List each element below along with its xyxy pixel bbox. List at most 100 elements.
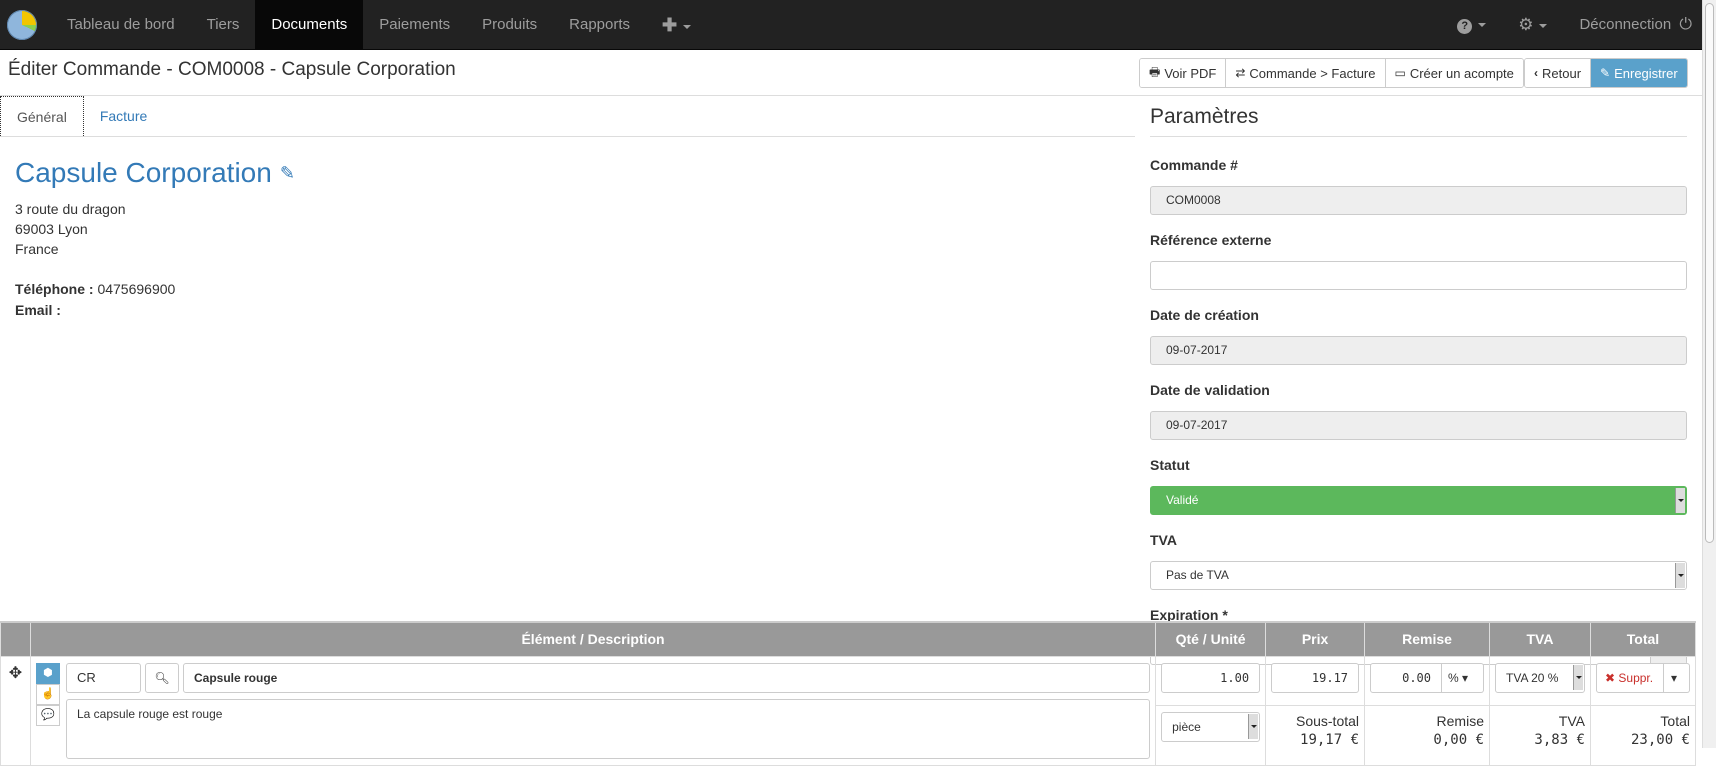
tab-facture[interactable]: Facture [84,96,163,136]
view-pdf-label: Voir PDF [1164,65,1217,81]
drag-column-header [0,621,31,657]
help-menu[interactable]: ? [1441,0,1502,50]
back-button[interactable]: ‹ Retour [1525,59,1592,87]
document-actions: 🖶 Voir PDF ⇄ Commande > Facture ▭ Créer un … [1139,58,1524,88]
print-icon: 🖶 [1149,64,1161,79]
nav-rapports[interactable]: Rapports [553,0,646,50]
table-row: ✥ ⬢ ☝ 💬 CR 🔍︎ Capsule rouge La capsule r… [0,655,1697,766]
deposit-label: Créer un acompte [1409,65,1514,81]
x-icon: ✖ [1604,670,1616,685]
edit-icon: ✎ [1600,66,1611,80]
email-label: Email : [15,302,61,318]
scrollbar-thumb[interactable] [1705,3,1714,543]
retweet-icon: ⇄ [1235,66,1246,80]
gear-icon: ⚙ [1518,14,1534,34]
parameters-panel: Paramètres Commande # COM0008 Référence … [1150,105,1687,682]
nav-produits[interactable]: Produits [466,0,553,50]
move-handle-icon[interactable]: ✥ [0,655,31,766]
nav-paiements[interactable]: Paiements [363,0,466,50]
client-name[interactable]: Capsule Corporation [15,157,272,189]
phone-value: 0475696900 [97,281,176,297]
subtotal-label: Sous-total [1295,713,1360,730]
col-total: Total [1589,621,1697,657]
settings-menu[interactable]: ⚙ [1502,0,1563,50]
unit-value: pièce [1172,720,1201,735]
price-input[interactable]: 19.17 [1271,662,1360,693]
search-icon[interactable]: 🔍︎ [144,662,179,693]
creation-date-field: 09-07-2017 [1150,336,1687,365]
order-number-field: COM0008 [1150,186,1687,215]
back-label: Retour [1542,65,1582,81]
vat-rate-value: TVA 20 % [1506,670,1559,685]
order-lines-table: Élément / Description Qté / Unité Prix R… [0,621,1697,766]
caret-down-icon [1478,22,1487,27]
address-line: France [15,241,59,257]
phone-label: Téléphone : [15,281,94,297]
form-actions: ‹ Retour ✎ Enregistrer [1524,58,1688,88]
validation-date-label: Date de validation [1150,382,1270,398]
tab-general[interactable]: Général [0,96,84,136]
create-deposit-button[interactable]: ▭ Créer un acompte [1385,59,1523,87]
nav-documents[interactable]: Documents [255,0,364,50]
discount-type-value: % [1448,670,1459,685]
caret-down-icon [1539,23,1548,28]
status-label: Statut [1150,457,1190,473]
external-ref-label: Référence externe [1150,232,1272,248]
app-logo[interactable] [7,9,37,40]
col-discount: Remise [1364,621,1490,657]
discount-input[interactable]: 0.00 [1370,662,1442,693]
unit-select[interactable]: pièce [1161,712,1261,743]
vat-total-label: TVA [1558,713,1585,730]
parameters-title: Paramètres [1150,105,1687,137]
description-textarea[interactable]: La capsule rouge est rouge [65,698,1151,759]
nav-add-menu[interactable]: ✚ [646,0,707,50]
status-select[interactable]: Validé [1150,486,1687,515]
vat-rate-select[interactable]: TVA 20 % [1495,662,1585,693]
page-title: Éditer Commande - COM0008 - Capsule Corp… [8,59,456,80]
vat-value: Pas de TVA [1166,568,1229,582]
creation-date-label: Date de création [1150,307,1259,323]
credit-card-icon: ▭ [1394,66,1406,80]
validation-date-field: 09-07-2017 [1150,411,1687,440]
top-navbar: Tableau de bord Tiers Documents Paiement… [0,0,1702,50]
logout-link[interactable]: Déconnection ⏻ [1563,0,1702,50]
convert-label: Commande > Facture [1249,65,1376,81]
select-arrow-icon [1675,563,1685,588]
chevron-left-icon: ‹ [1534,66,1538,80]
address-line: 3 route du dragon [15,201,126,217]
service-type-icon[interactable]: ☝ [35,683,60,705]
view-pdf-button[interactable]: 🖶 Voir PDF [1140,59,1227,87]
external-ref-input[interactable] [1150,261,1687,290]
save-button[interactable]: ✎ Enregistrer [1591,59,1687,87]
quantity-input[interactable]: 1.00 [1161,662,1261,693]
plus-icon: ✚ [662,14,678,35]
col-qty: Qté / Unité [1155,621,1267,657]
save-label: Enregistrer [1614,65,1678,81]
convert-to-invoice-button[interactable]: ⇄ Commande > Facture [1226,59,1386,87]
address-line: 69003 Lyon [15,221,88,237]
status-value: Validé [1166,493,1199,507]
product-type-icon[interactable]: ⬢ [35,662,60,684]
client-info: Capsule Corporation ✎ 3 route du dragon 6… [15,157,295,321]
vat-select[interactable]: Pas de TVA [1150,561,1687,590]
logout-label: Déconnection [1579,15,1672,33]
total-label: Total [1660,713,1690,730]
pencil-icon[interactable]: ✎ [280,163,295,184]
line-type-buttons: ⬢ ☝ 💬 [35,662,60,759]
caret-down-icon[interactable]: ▾ [1664,662,1690,693]
product-code-input[interactable]: CR [65,662,141,693]
nav-tiers[interactable]: Tiers [191,0,256,50]
select-arrow-icon [1248,714,1259,740]
discount-type-dropdown[interactable]: % ▾ [1442,662,1484,693]
discount-total-label: Remise [1436,713,1484,730]
vat-label: TVA [1150,532,1177,548]
client-address: 3 route du dragon 69003 Lyon France [15,199,295,259]
nav-dashboard[interactable]: Tableau de bord [51,0,191,50]
select-arrow-icon [1572,664,1583,690]
delete-line-button[interactable]: ✖ Suppr. [1595,662,1664,693]
delete-label: Suppr. [1618,670,1654,685]
page-scrollbar[interactable] [1702,0,1716,748]
comment-type-icon[interactable]: 💬 [35,704,60,726]
product-name-input[interactable]: Capsule rouge [182,662,1151,693]
tab-bar: Général Facture [0,96,1135,137]
